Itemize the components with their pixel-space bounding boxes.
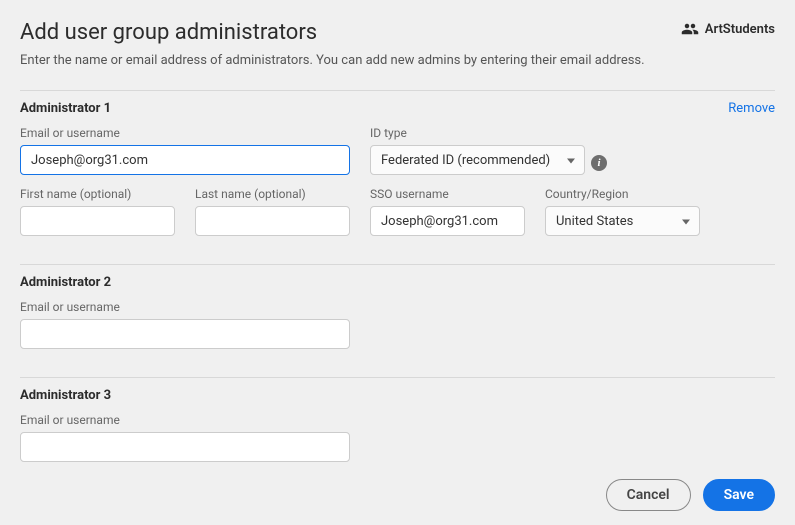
last-name-label: Last name (optional): [195, 187, 350, 201]
email-label: Email or username: [20, 126, 350, 140]
last-name-input[interactable]: [195, 206, 350, 236]
subtitle: Enter the name or email address of admin…: [20, 53, 775, 68]
id-type-label: ID type: [370, 126, 585, 140]
country-label: Country/Region: [545, 187, 700, 201]
first-name-input[interactable]: [20, 206, 175, 236]
email-input-1[interactable]: [20, 145, 350, 175]
cancel-button[interactable]: Cancel: [606, 479, 691, 511]
footer-buttons: Cancel Save: [606, 479, 775, 511]
group-name: ArtStudents: [705, 22, 775, 37]
email-label-3: Email or username: [20, 413, 350, 427]
first-name-label: First name (optional): [20, 187, 175, 201]
sso-label: SSO username: [370, 187, 525, 201]
people-icon: [681, 20, 699, 38]
admin-section-3: Administrator 3 Email or username: [20, 378, 775, 490]
admin-section-2: Administrator 2 Email or username: [20, 265, 775, 377]
group-badge: ArtStudents: [681, 20, 775, 38]
remove-link[interactable]: Remove: [728, 101, 775, 116]
email-input-2[interactable]: [20, 319, 350, 349]
page-title: Add user group administrators: [20, 20, 317, 45]
admin-2-title: Administrator 2: [20, 275, 111, 290]
country-select[interactable]: United States: [545, 206, 700, 236]
save-button[interactable]: Save: [703, 479, 775, 511]
admin-3-title: Administrator 3: [20, 388, 111, 403]
admin-1-title: Administrator 1: [20, 101, 111, 116]
id-type-select[interactable]: Federated ID (recommended): [370, 145, 585, 175]
admin-section-1: Administrator 1 Remove Email or username…: [20, 91, 775, 264]
email-label-2: Email or username: [20, 300, 350, 314]
sso-username-input[interactable]: [370, 206, 525, 236]
email-input-3[interactable]: [20, 432, 350, 462]
info-icon[interactable]: i: [591, 155, 607, 171]
